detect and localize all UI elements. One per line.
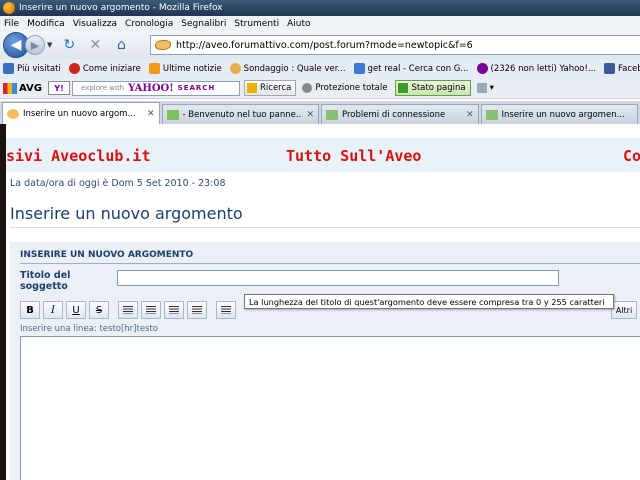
- message-textarea[interactable]: [20, 336, 640, 480]
- panel-heading: INSERIRE UN NUOVO ARGOMENTO: [20, 250, 194, 260]
- back-arrow-icon: ◀: [10, 37, 22, 53]
- avg-logo-icon: [3, 82, 17, 94]
- banner-text-2: Tutto Sull'Aveo: [286, 147, 422, 165]
- close-tab-icon[interactable]: ✕: [147, 109, 155, 119]
- menu-modifica[interactable]: Modifica: [27, 19, 65, 29]
- home-icon[interactable]: ⌂: [112, 36, 130, 54]
- subject-input[interactable]: [117, 270, 559, 286]
- window-title: Inserire un nuovo argomento - Mozilla Fi…: [19, 3, 223, 13]
- align-center-icon: [146, 306, 156, 314]
- new-topic-panel: INSERIRE UN NUOVO ARGOMENTO Titolo del s…: [10, 242, 640, 480]
- ricerca-button[interactable]: Ricerca: [244, 80, 297, 96]
- bookmark-facebook[interactable]: Facebook: [604, 63, 640, 74]
- subject-tooltip: La lunghezza del titolo di quest'argomen…: [244, 294, 614, 309]
- avg-logo[interactable]: AVG: [3, 82, 42, 94]
- banner-text-1: sivi Aveoclub.it: [6, 147, 151, 165]
- align-left-button[interactable]: [118, 301, 138, 319]
- forward-arrow-icon: ▶: [30, 38, 40, 52]
- menu-strumenti[interactable]: Strumenti: [234, 19, 279, 29]
- tab-benvenuto[interactable]: - Benvenuto nel tuo panne... ✕: [161, 104, 319, 124]
- menu-visualizza[interactable]: Visualizza: [73, 19, 117, 29]
- firefox-bookmark-icon: [68, 63, 80, 74]
- menu-cronologia[interactable]: Cronologia: [125, 19, 173, 29]
- bookmark-sondaggio[interactable]: Sondaggio : Quale ver...: [229, 63, 346, 74]
- window-titlebar: Inserire un nuovo argomento - Mozilla Fi…: [0, 0, 640, 16]
- subject-label: Titolo del soggetto: [20, 270, 71, 292]
- tab-strip: Inserire un nuovo argom... ✕ - Benvenuto …: [0, 101, 640, 124]
- avg-toolbar: AVG Y! explore with YAHOO! SEARCH Ricerc…: [0, 78, 640, 99]
- reload-icon[interactable]: ↻: [60, 36, 78, 54]
- avg-extra-button[interactable]: ▾: [475, 80, 498, 96]
- align-right-icon: [169, 306, 179, 314]
- underline-button[interactable]: U: [66, 301, 86, 319]
- strikethrough-button[interactable]: S: [89, 301, 109, 319]
- list-button[interactable]: [216, 301, 236, 319]
- divider: [10, 227, 640, 228]
- bookmark-folder-icon: [3, 63, 14, 74]
- menu-aiuto[interactable]: Aiuto: [287, 19, 310, 29]
- forum-banner: sivi Aveoclub.it Tutto Sull'Aveo Co: [6, 138, 640, 172]
- justify-button[interactable]: [187, 301, 207, 319]
- history-dropdown-icon[interactable]: ▼: [47, 41, 52, 49]
- extra-tools-icon: [476, 83, 487, 93]
- menu-segnalibri[interactable]: Segnalibri: [181, 19, 226, 29]
- site-favicon: [7, 108, 19, 119]
- banner-text-3: Co: [623, 147, 640, 165]
- align-center-button[interactable]: [141, 301, 161, 319]
- forum-icon: [485, 109, 498, 120]
- stop-icon[interactable]: ✕: [86, 36, 104, 54]
- rss-icon: [148, 63, 160, 74]
- bookmark-come-iniziare[interactable]: Come iniziare: [68, 63, 141, 74]
- tab-inserire-1[interactable]: Inserire un nuovo argom... ✕: [2, 102, 160, 124]
- speech-bubble-icon: [166, 109, 179, 120]
- divider: [20, 263, 640, 264]
- current-datetime: La data/ora di oggi è Dom 5 Set 2010 - 2…: [10, 178, 226, 189]
- italic-button[interactable]: I: [43, 301, 63, 319]
- protezione-totale-button[interactable]: Protezione totale: [300, 80, 391, 96]
- bookmark-yahoo-mail[interactable]: (2326 non letti) Yahoo!...: [476, 63, 596, 74]
- search-arrow-icon: [247, 83, 258, 93]
- firefox-icon: [3, 2, 15, 14]
- web-page: sivi Aveoclub.it Tutto Sull'Aveo Co La d…: [6, 124, 640, 480]
- menu-bar: File Modifica Visualizza Cronologia Segn…: [0, 16, 640, 31]
- chevron-down-icon: ▾: [489, 83, 494, 93]
- site-bookmark-icon: [229, 63, 241, 74]
- bookmarks-toolbar: Più visitati Come iniziare Ultime notizi…: [0, 59, 640, 78]
- stato-pagina-button[interactable]: Stato pagina: [395, 80, 471, 96]
- bookmark-piu-visitati[interactable]: Più visitati: [3, 63, 61, 74]
- editor-hint: Inserire una linea: testo[hr]testo: [20, 324, 159, 334]
- shield-icon: [302, 83, 313, 93]
- align-left-icon: [123, 306, 133, 314]
- close-tab-icon[interactable]: ✕: [466, 110, 474, 120]
- yahoo-search-input[interactable]: explore with YAHOO! SEARCH: [72, 80, 241, 96]
- yahoo-button[interactable]: Y!: [48, 81, 71, 95]
- justify-icon: [192, 306, 202, 314]
- align-right-button[interactable]: [164, 301, 184, 319]
- page-title: Inserire un nuovo argomento: [10, 204, 243, 223]
- bookmark-get-real[interactable]: get real - Cerca con G...: [353, 63, 469, 74]
- site-favicon: [155, 40, 171, 50]
- tab-inserire-2[interactable]: Inserire un nuovo argomen...: [480, 104, 638, 124]
- bold-button[interactable]: B: [20, 301, 40, 319]
- facebook-icon: [604, 63, 615, 74]
- url-bar[interactable]: http://aveo.forumattivo.com/post.forum?m…: [150, 35, 640, 55]
- close-tab-icon[interactable]: ✕: [306, 110, 314, 120]
- tab-problemi[interactable]: Problemi di connessione ✕: [321, 104, 479, 124]
- bookmark-ultime-notizie[interactable]: Ultime notizie: [148, 63, 222, 74]
- more-options-button[interactable]: Altri: [611, 301, 637, 319]
- navigation-toolbar: ◀ ▶ ▼ ↻ ✕ ⌂ http://aveo.forumattivo.com/…: [0, 31, 640, 59]
- forward-button[interactable]: ▶: [25, 35, 45, 55]
- google-icon: [353, 63, 365, 74]
- url-text: http://aveo.forumattivo.com/post.forum?m…: [176, 39, 473, 51]
- menu-file[interactable]: File: [4, 19, 19, 29]
- forum-icon: [326, 109, 338, 120]
- list-icon: [221, 306, 231, 314]
- yahoo-icon: [476, 63, 488, 74]
- checkmark-icon: [398, 83, 409, 93]
